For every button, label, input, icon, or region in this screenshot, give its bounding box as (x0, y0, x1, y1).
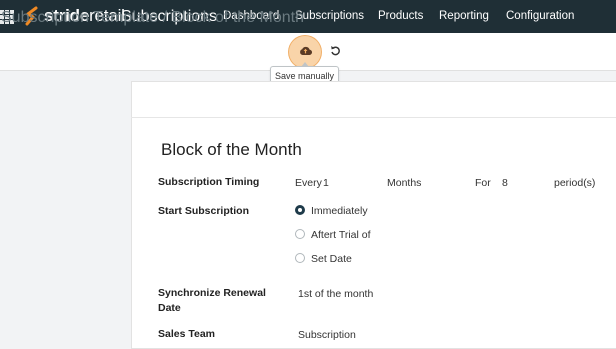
undo-icon[interactable] (330, 45, 341, 56)
radio-set-date-label[interactable]: Set Date (311, 253, 352, 265)
breadcrumb-parent[interactable]: Subscription Template (1, 9, 158, 26)
menu-configuration[interactable]: Configuration (506, 10, 574, 22)
timing-suffix-label: period(s) (554, 177, 596, 189)
radio-after-trial[interactable] (295, 229, 305, 239)
synchronize-renewal-label-line2: Date (158, 302, 181, 314)
cloud-upload-icon[interactable] (299, 45, 312, 56)
synchronize-renewal-label-line1: Synchronize Renewal (158, 287, 266, 299)
record-title[interactable]: Block of the Month (161, 140, 302, 160)
menu-products[interactable]: Products (378, 10, 423, 22)
timing-for-label: For (475, 177, 491, 189)
radio-immediately[interactable] (295, 205, 305, 215)
breadcrumb: Subscription Template / Block of the Mon… (1, 9, 304, 27)
menu-reporting[interactable]: Reporting (439, 10, 489, 22)
timing-interval-input[interactable]: 1 (323, 177, 329, 189)
synchronize-renewal-field[interactable]: 1st of the month (298, 288, 373, 300)
timing-unit-select[interactable]: Months (387, 177, 421, 189)
timing-every-label: Every (295, 177, 322, 189)
radio-set-date[interactable] (295, 253, 305, 263)
subscription-timing-label: Subscription Timing (158, 176, 260, 188)
timing-count-input[interactable]: 8 (502, 177, 508, 189)
start-subscription-label: Start Subscription (158, 205, 250, 217)
radio-after-trial-label[interactable]: Aftert Trial of (311, 229, 371, 241)
radio-immediately-label[interactable]: Immediately (311, 205, 368, 217)
synchronize-renewal-label: Synchronize Renewal Date (158, 286, 266, 316)
breadcrumb-current: Block of the Month (171, 9, 304, 26)
sales-team-field[interactable]: Subscription (298, 329, 356, 341)
breadcrumb-separator: / (162, 9, 168, 26)
menu-subscriptions[interactable]: Subscriptions (295, 10, 364, 22)
sales-team-label: Sales Team (158, 328, 216, 340)
sheet-divider (131, 117, 616, 118)
